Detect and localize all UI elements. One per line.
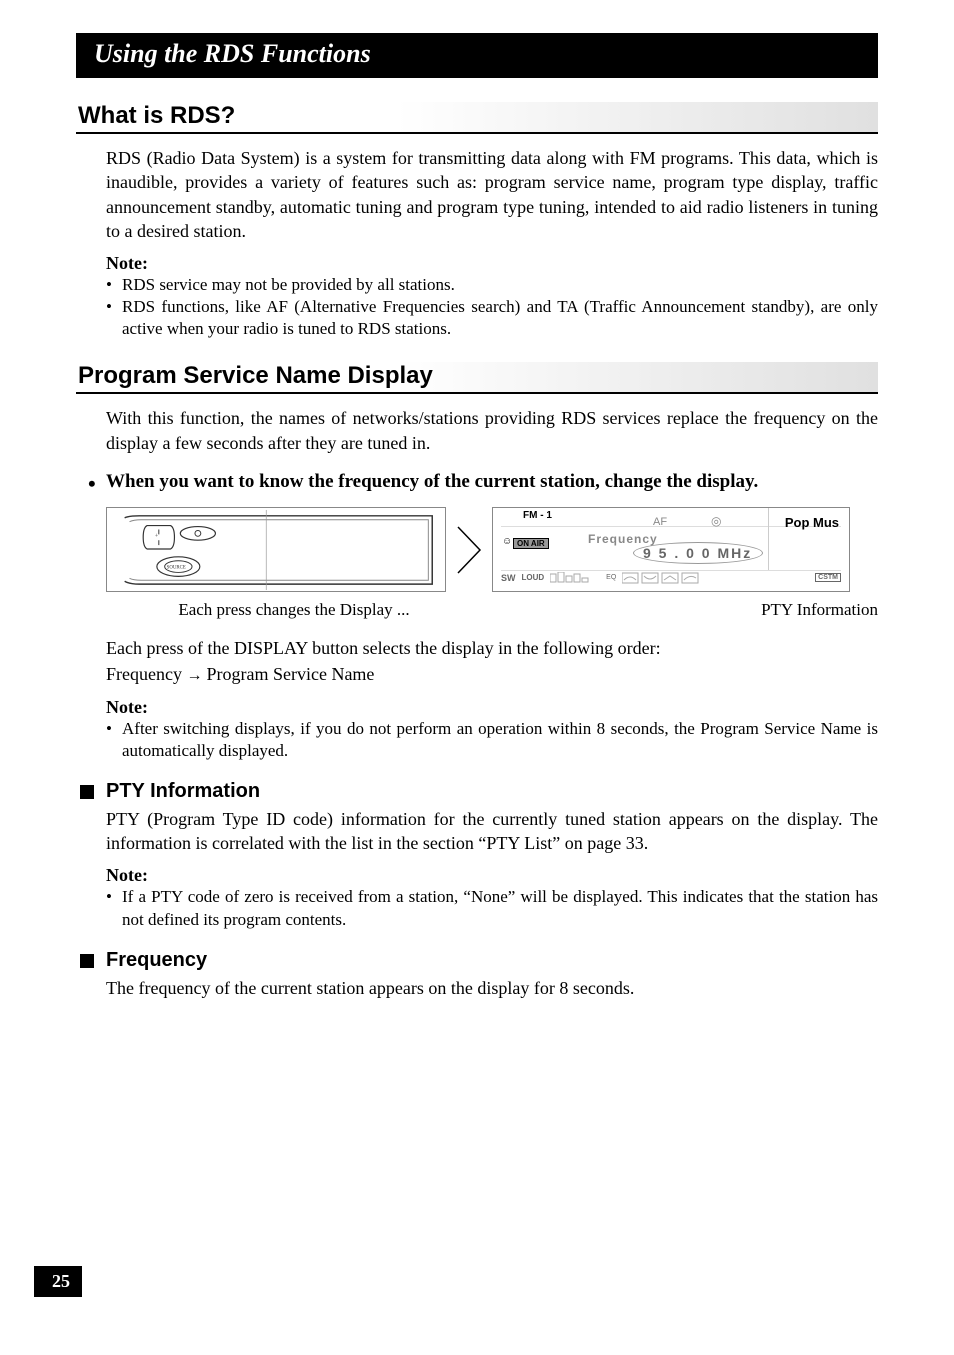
arrow-right-icon: → (186, 667, 206, 684)
subheading-frequency: Frequency (80, 949, 878, 972)
order-a: Frequency (106, 664, 182, 684)
section1-notes: RDS service may not be provided by all s… (106, 274, 878, 340)
note-label: Note: (106, 865, 878, 886)
figure-row: + SOURCE FM - 1 AF ◎ Pop Mus ☺ ON AIR Fr… (106, 507, 878, 592)
note-item: RDS service may not be provided by all s… (106, 274, 878, 296)
display-af: AF (653, 516, 667, 528)
note-label: Note: (106, 697, 878, 718)
person-icon: ☺ (502, 536, 512, 547)
note-item: After switching displays, if you do not … (106, 718, 878, 762)
order-b: Program Service Name (206, 664, 374, 684)
svg-text:+: + (155, 533, 159, 539)
pty-paragraph: PTY (Program Type ID code) information f… (106, 807, 878, 856)
equalizer-icon (550, 572, 600, 584)
display-freq-label: Frequency (588, 532, 658, 546)
note-label: Note: (106, 253, 878, 274)
display-loud: LOUD (522, 573, 545, 582)
section2-notes: After switching displays, if you do not … (106, 718, 878, 762)
section-heading-what-is-rds: What is RDS? (76, 102, 878, 134)
eq-curves-icon (622, 572, 702, 584)
page-number: 25 (34, 1266, 82, 1297)
section-heading-program-service: Program Service Name Display (76, 362, 878, 394)
chapter-title: Using the RDS Functions (76, 33, 878, 78)
frequency-paragraph: The frequency of the current station app… (106, 976, 878, 1000)
order-sequence: Frequency → Program Service Name (106, 662, 878, 687)
section1-paragraph: RDS (Radio Data System) is a system for … (106, 146, 878, 243)
radio-display-illustration: FM - 1 AF ◎ Pop Mus ☺ ON AIR Frequency 9… (492, 507, 850, 592)
disc-icon: ◎ (711, 514, 721, 528)
figure-captions: Each press changes the Display ... PTY I… (106, 600, 878, 620)
arrow-icon (456, 525, 482, 575)
display-pty: Pop Mus (785, 515, 839, 530)
svg-text:SOURCE: SOURCE (167, 565, 186, 570)
radio-left-illustration: + SOURCE (106, 507, 446, 592)
display-eq: EQ (606, 574, 616, 581)
display-fm: FM - 1 (523, 510, 552, 521)
pty-notes: If a PTY code of zero is received from a… (106, 886, 878, 930)
display-cstm: CSTM (815, 573, 841, 582)
caption-right: PTY Information (482, 600, 878, 620)
order-intro: Each press of the DISPLAY button selects… (106, 636, 878, 660)
display-sw: SW (501, 573, 516, 583)
subheading-pty: PTY Information (80, 780, 878, 803)
section2-bullet: When you want to know the frequency of t… (88, 469, 878, 495)
display-freq-value: 9 5 . 0 0 MHz (643, 545, 752, 561)
display-onair: ON AIR (513, 538, 549, 549)
note-item: If a PTY code of zero is received from a… (106, 886, 878, 930)
caption-left: Each press changes the Display ... (106, 600, 482, 620)
section2-paragraph: With this function, the names of network… (106, 406, 878, 455)
note-item: RDS functions, like AF (Alternative Freq… (106, 296, 878, 340)
